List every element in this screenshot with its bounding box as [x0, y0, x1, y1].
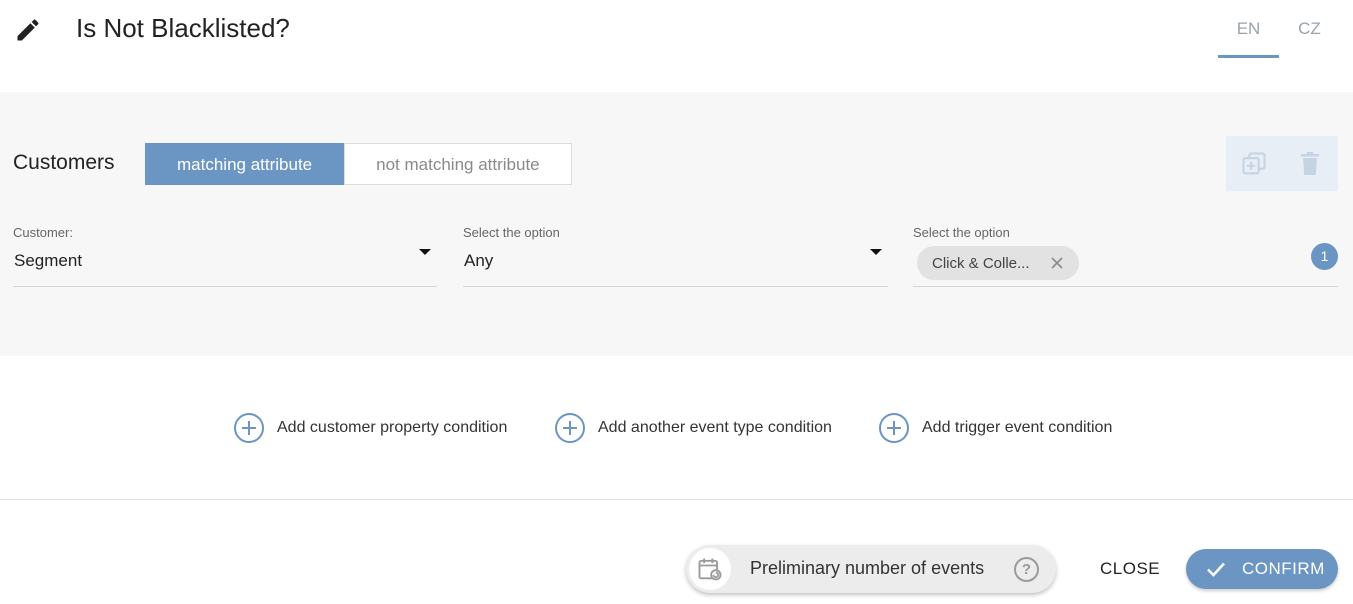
add-trigger-event-label: Add trigger event condition	[922, 419, 1113, 436]
add-event-type-label: Add another event type condition	[598, 419, 832, 436]
matching-toggle: matching attribute not matching attribut…	[145, 143, 572, 185]
option-select[interactable]: Select the option Any	[463, 225, 888, 287]
add-customer-property-condition-button[interactable]: Add customer property condition	[234, 412, 507, 444]
chip-label: Click & Colle...	[932, 254, 1030, 272]
page-title: Is Not Blacklisted?	[76, 13, 290, 43]
footer-divider	[0, 499, 1353, 500]
add-condition-row: Add customer property condition Add anot…	[0, 412, 1353, 444]
add-trigger-event-condition-button[interactable]: Add trigger event condition	[879, 412, 1112, 444]
add-customer-property-label: Add customer property condition	[277, 419, 508, 436]
selection-count-badge: 1	[1311, 243, 1338, 270]
segment-multiselect[interactable]: Select the option Click & Colle... 1	[913, 225, 1338, 287]
segment-multiselect-label: Select the option	[913, 225, 1010, 240]
condition-entity-label: Customers	[13, 151, 115, 174]
chevron-down-icon	[419, 249, 431, 255]
plus-circle-icon	[555, 413, 585, 443]
confirm-label: CONFIRM	[1242, 559, 1325, 578]
preliminary-events-label: Preliminary number of events	[750, 558, 985, 578]
selected-segment-chip: Click & Colle...	[917, 246, 1079, 280]
preliminary-events-button[interactable]: Preliminary number of events ?	[686, 545, 1056, 593]
tab-language-en[interactable]: EN	[1218, 0, 1279, 58]
confirm-button[interactable]: CONFIRM	[1186, 549, 1338, 589]
plus-circle-icon	[879, 413, 909, 443]
close-button[interactable]: CLOSE	[1086, 549, 1174, 589]
customer-select-label: Customer:	[13, 225, 73, 240]
close-icon[interactable]	[1049, 255, 1065, 271]
matching-attribute-button[interactable]: matching attribute	[145, 143, 345, 185]
header: Is Not Blacklisted? EN CZ	[0, 0, 1353, 92]
duplicate-icon[interactable]	[1240, 150, 1268, 178]
customer-select-value: Segment	[14, 251, 83, 270]
option-select-label: Select the option	[463, 225, 560, 240]
tab-language-cz[interactable]: CZ	[1279, 0, 1340, 58]
chevron-down-icon	[870, 249, 882, 255]
pencil-edit-icon[interactable]	[14, 16, 42, 44]
help-icon[interactable]: ?	[1014, 557, 1039, 582]
checkmark-icon	[1207, 562, 1225, 577]
not-matching-attribute-button[interactable]: not matching attribute	[344, 143, 572, 185]
option-select-value: Any	[464, 251, 494, 270]
condition-panel: Customers matching attribute not matchin…	[0, 92, 1353, 356]
condition-actions	[1226, 136, 1338, 191]
trash-icon[interactable]	[1296, 150, 1324, 178]
plus-circle-icon	[234, 413, 264, 443]
language-tabs: EN CZ	[1218, 0, 1340, 58]
add-event-type-condition-button[interactable]: Add another event type condition	[555, 412, 832, 444]
calendar-refresh-icon	[689, 548, 731, 590]
customer-select[interactable]: Customer: Segment	[13, 225, 437, 287]
